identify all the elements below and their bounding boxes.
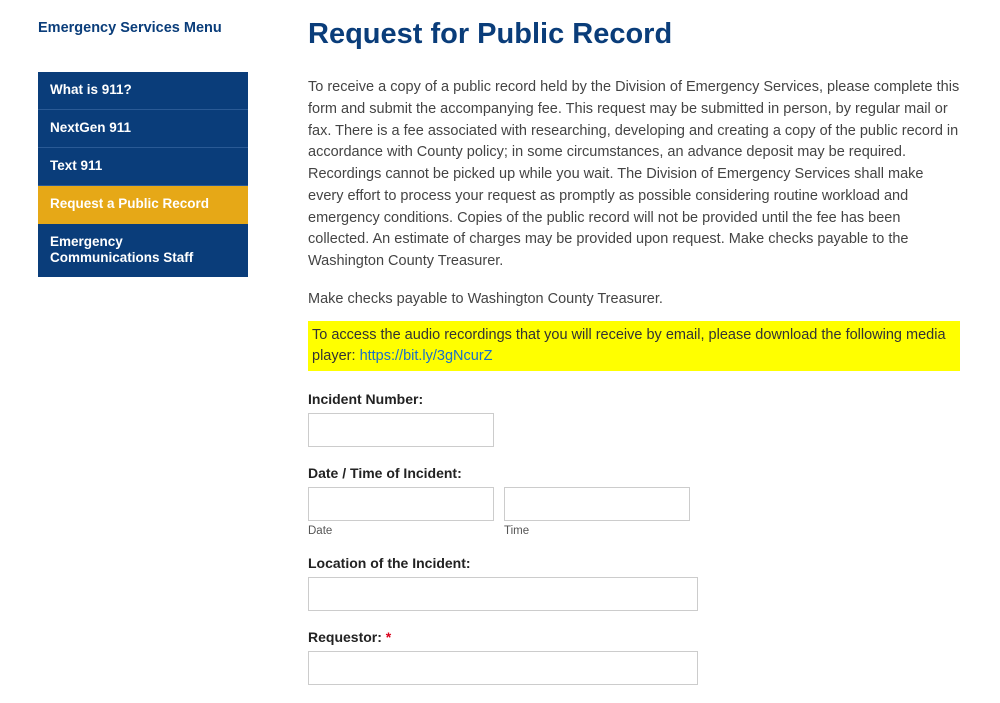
date-sublabel: Date xyxy=(308,525,494,537)
required-mark: * xyxy=(386,629,391,645)
sidebar-item-emergency-comms-staff[interactable]: Emergency Communications Staff xyxy=(38,224,248,278)
incident-number-input[interactable] xyxy=(308,413,494,447)
requestor-input[interactable] xyxy=(308,651,698,685)
sidebar-item-text-911[interactable]: Text 911 xyxy=(38,148,248,186)
sidebar: Emergency Services Menu What is 911? Nex… xyxy=(38,20,248,703)
sidebar-item-what-is-911[interactable]: What is 911? xyxy=(38,72,248,110)
location-label: Location of the Incident: xyxy=(308,555,960,571)
incident-number-label: Incident Number: xyxy=(308,391,960,407)
field-incident-number: Incident Number: xyxy=(308,391,960,447)
time-input[interactable] xyxy=(504,487,690,521)
page-title: Request for Public Record xyxy=(308,18,960,51)
main-content: Request for Public Record To receive a c… xyxy=(308,20,970,703)
requestor-label: Requestor: * xyxy=(308,629,960,645)
datetime-label: Date / Time of Incident: xyxy=(308,465,960,481)
sidebar-title: Emergency Services Menu xyxy=(38,20,248,36)
sidebar-item-label: What is 911? xyxy=(50,82,132,97)
sidebar-item-label: NextGen 911 xyxy=(50,120,131,135)
field-datetime: Date / Time of Incident: Date Time xyxy=(308,465,960,537)
sidebar-item-request-public-record[interactable]: Request a Public Record xyxy=(38,186,248,224)
sidebar-item-label: Emergency Communications Staff xyxy=(50,234,193,266)
field-location: Location of the Incident: xyxy=(308,555,960,611)
sidebar-item-label: Text 911 xyxy=(50,158,102,173)
location-input[interactable] xyxy=(308,577,698,611)
sidebar-item-nextgen-911[interactable]: NextGen 911 xyxy=(38,110,248,148)
intro-paragraph: To receive a copy of a public record hel… xyxy=(308,77,960,273)
sidebar-nav: What is 911? NextGen 911 Text 911 Reques… xyxy=(38,72,248,277)
media-player-link[interactable]: https://bit.ly/3gNcurZ xyxy=(360,348,493,364)
check-note: Make checks payable to Washington County… xyxy=(308,291,960,307)
requestor-label-text: Requestor: xyxy=(308,629,386,645)
date-input[interactable] xyxy=(308,487,494,521)
time-sublabel: Time xyxy=(504,525,690,537)
field-requestor: Requestor: * xyxy=(308,629,960,685)
sidebar-item-label: Request a Public Record xyxy=(50,196,209,211)
audio-instruction-highlight: To access the audio recordings that you … xyxy=(308,321,960,371)
